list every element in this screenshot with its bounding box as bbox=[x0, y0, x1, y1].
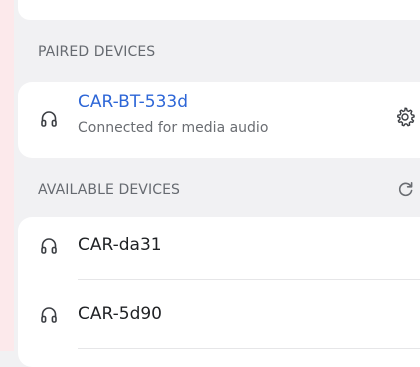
headphones-icon bbox=[40, 110, 58, 128]
available-devices-header: AVAILABLE DEVICES bbox=[38, 182, 181, 198]
available-devices-card: CAR-da31 CAR-5d90 bbox=[18, 217, 420, 367]
headphones-icon bbox=[40, 237, 58, 255]
paired-device-name: CAR-BT-533d bbox=[78, 92, 189, 112]
row-divider bbox=[78, 348, 420, 349]
headphones-icon bbox=[40, 306, 58, 324]
paired-devices-card: CAR-BT-533d Connected for media audio bbox=[18, 82, 420, 158]
edge-decoration bbox=[0, 0, 14, 351]
top-card bbox=[18, 0, 420, 20]
refresh-icon[interactable] bbox=[398, 181, 414, 197]
paired-device-row[interactable]: CAR-BT-533d Connected for media audio bbox=[18, 82, 420, 158]
available-device-row[interactable]: CAR-5d90 bbox=[18, 280, 420, 349]
gear-icon[interactable] bbox=[394, 106, 416, 128]
paired-device-status: Connected for media audio bbox=[78, 120, 269, 136]
paired-devices-header: PAIRED DEVICES bbox=[38, 44, 156, 60]
available-device-row[interactable]: CAR-da31 bbox=[18, 217, 420, 280]
available-device-name: CAR-da31 bbox=[78, 235, 162, 255]
available-device-name: CAR-5d90 bbox=[78, 304, 162, 324]
